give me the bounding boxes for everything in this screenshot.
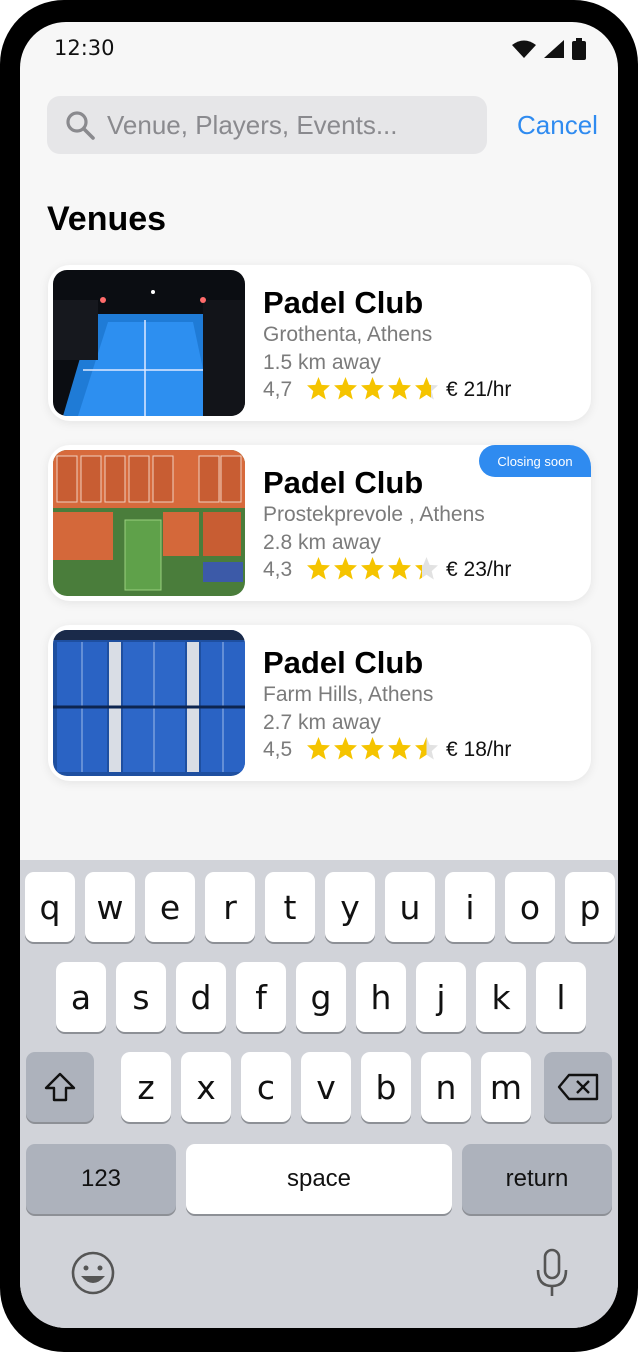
backspace-icon [557, 1073, 599, 1101]
venue-name: Padel Club [263, 465, 424, 500]
status-icons [512, 38, 586, 60]
cancel-button[interactable]: Cancel [517, 110, 598, 141]
key-g[interactable]: g [296, 962, 346, 1032]
microphone-icon[interactable] [534, 1248, 570, 1298]
venue-name: Padel Club [263, 645, 424, 680]
star-rating [306, 376, 439, 401]
shift-icon [44, 1072, 76, 1102]
star-icon [361, 557, 384, 580]
key-d[interactable]: d [176, 962, 226, 1032]
signal-icon [544, 40, 564, 58]
status-time: 12:30 [54, 36, 115, 60]
key-v[interactable]: v [301, 1052, 351, 1122]
screen: 12:30 Cancel Venues [20, 22, 618, 1328]
star-icon [307, 557, 330, 580]
space-key[interactable]: space [186, 1144, 452, 1214]
search-icon [66, 111, 95, 140]
key-k[interactable]: k [476, 962, 526, 1032]
venue-image [53, 450, 245, 596]
key-c[interactable]: c [241, 1052, 291, 1122]
closing-soon-badge: Closing soon [479, 445, 591, 477]
section-title: Venues [47, 200, 167, 238]
shift-key[interactable] [26, 1052, 94, 1122]
venue-distance: 2.7 km away [263, 711, 381, 734]
star-rating [306, 556, 439, 581]
key-m[interactable]: m [481, 1052, 531, 1122]
star-icon [388, 377, 411, 400]
search-bar[interactable] [47, 96, 487, 154]
key-r[interactable]: r [205, 872, 255, 942]
star-icon [361, 377, 384, 400]
venue-location: Farm Hills, Athens [263, 683, 434, 706]
emoji-icon[interactable] [70, 1250, 116, 1296]
star-icon [307, 737, 330, 760]
venue-price: € 23/hr [446, 558, 512, 581]
wifi-icon [512, 40, 536, 58]
venue-distance: 2.8 km away [263, 531, 381, 554]
star-icon [388, 557, 411, 580]
return-key[interactable]: return [462, 1144, 612, 1214]
venue-price: € 18/hr [446, 738, 512, 761]
venue-card[interactable]: Padel Club Farm Hills, Athens 2.7 km awa… [48, 625, 591, 781]
key-e[interactable]: e [145, 872, 195, 942]
key-f[interactable]: f [236, 962, 286, 1032]
venue-image [53, 630, 245, 776]
venue-card[interactable]: Padel Club Grothenta, Athens 1.5 km away… [48, 265, 591, 421]
key-t[interactable]: t [265, 872, 315, 942]
key-p[interactable]: p [565, 872, 615, 942]
key-j[interactable]: j [416, 962, 466, 1032]
key-x[interactable]: x [181, 1052, 231, 1122]
key-q[interactable]: q [25, 872, 75, 942]
venue-distance: 1.5 km away [263, 351, 381, 374]
keyboard: qwertyuiop asdfghjkl zxcvbnm 123 space r… [20, 860, 618, 1328]
venue-rating: 4,3 [263, 558, 293, 581]
star-icon [307, 377, 330, 400]
key-i[interactable]: i [445, 872, 495, 942]
key-l[interactable]: l [536, 962, 586, 1032]
star-icon [334, 557, 357, 580]
numbers-key[interactable]: 123 [26, 1144, 176, 1214]
key-u[interactable]: u [385, 872, 435, 942]
venue-image [53, 270, 245, 416]
key-y[interactable]: y [325, 872, 375, 942]
venue-name: Padel Club [263, 285, 424, 320]
star-icon [361, 737, 384, 760]
star-icon [334, 377, 357, 400]
venue-rating: 4,5 [263, 738, 293, 761]
venue-location: Grothenta, Athens [263, 323, 433, 346]
key-n[interactable]: n [421, 1052, 471, 1122]
key-h[interactable]: h [356, 962, 406, 1032]
star-rating [306, 736, 439, 761]
delete-key[interactable] [544, 1052, 612, 1122]
star-icon [334, 737, 357, 760]
key-b[interactable]: b [361, 1052, 411, 1122]
venue-location: Prostekprevole , Athens [263, 503, 485, 526]
star-icon [415, 377, 438, 400]
star-icon [415, 557, 438, 580]
key-z[interactable]: z [121, 1052, 171, 1122]
key-w[interactable]: w [85, 872, 135, 942]
venue-price: € 21/hr [446, 378, 512, 401]
star-icon [415, 737, 438, 760]
key-a[interactable]: a [56, 962, 106, 1032]
star-icon [388, 737, 411, 760]
venue-rating: 4,7 [263, 378, 293, 401]
venue-card[interactable]: Closing soon Padel Club Prostekprevole ,… [48, 445, 591, 601]
key-s[interactable]: s [116, 962, 166, 1032]
key-o[interactable]: o [505, 872, 555, 942]
phone-frame: 12:30 Cancel Venues [0, 0, 638, 1352]
battery-icon [572, 38, 586, 60]
search-input[interactable] [105, 108, 469, 142]
